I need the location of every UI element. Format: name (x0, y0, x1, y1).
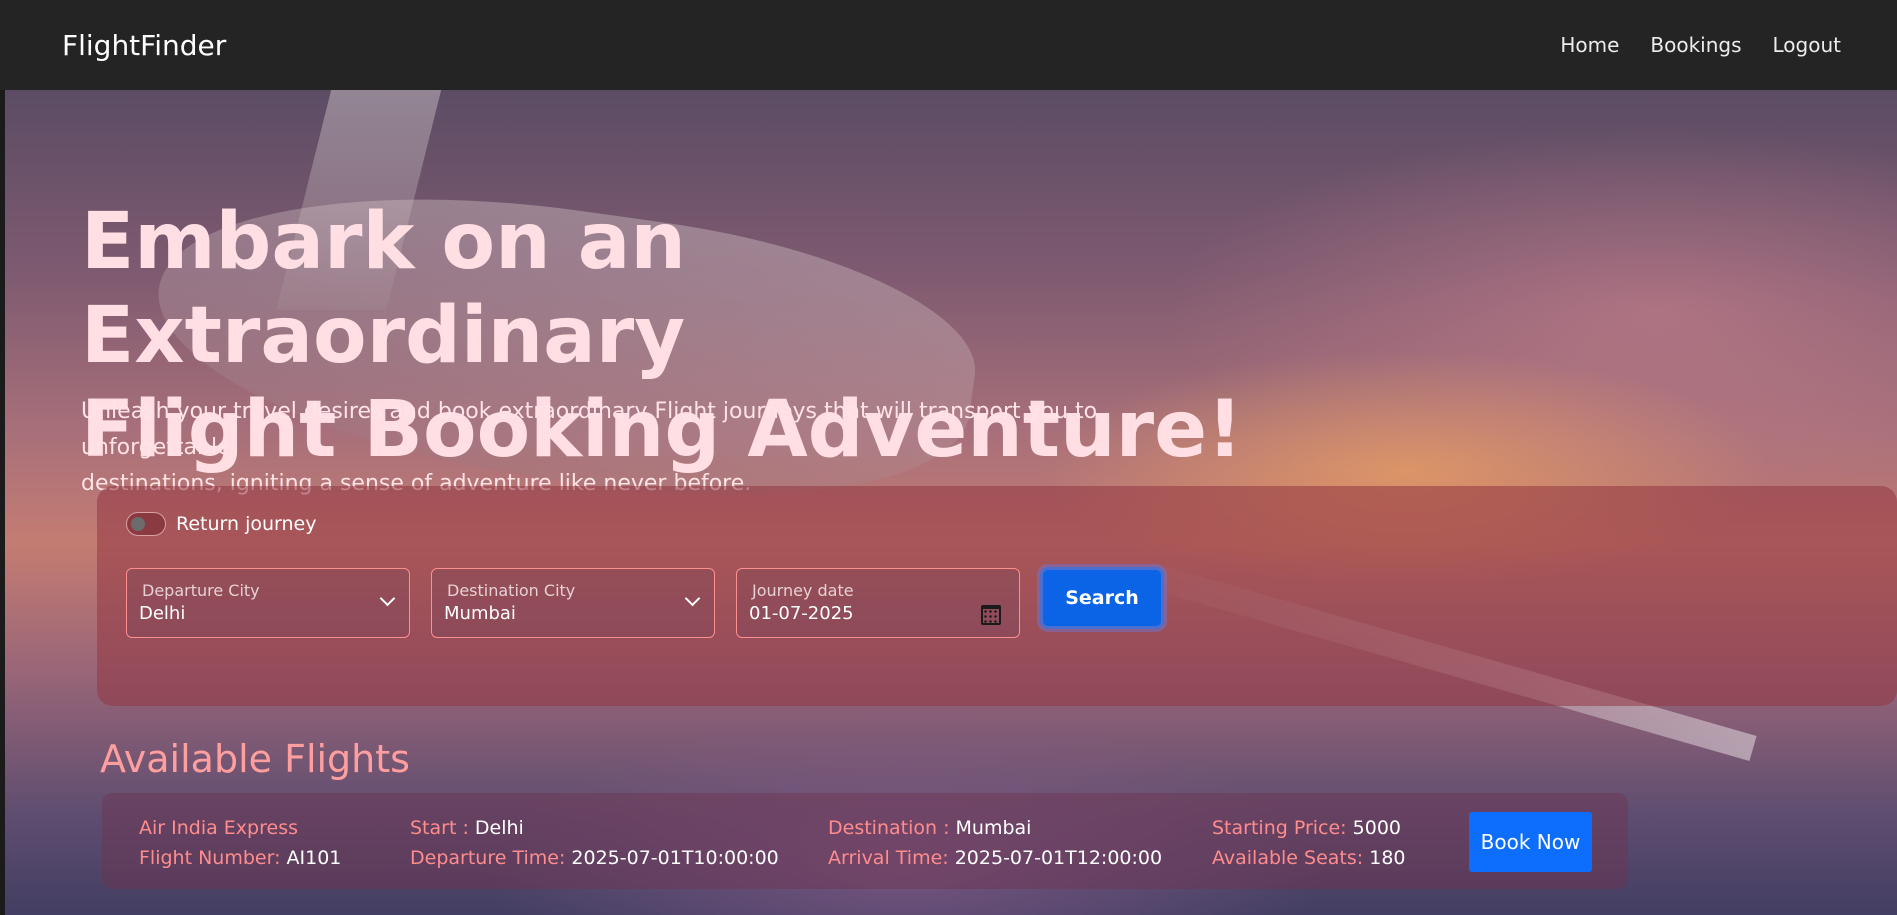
toggle-knob (131, 517, 145, 531)
search-button[interactable]: Search (1040, 567, 1164, 629)
starting-price-label: Starting Price: (1212, 817, 1347, 839)
available-seats-label: Available Seats: (1212, 847, 1364, 869)
destination-city-value: Mumbai (444, 603, 516, 624)
airline-name: Air India Express (139, 817, 298, 839)
departure-time-label: Departure Time: (410, 847, 566, 869)
flight-number-label: Flight Number: (139, 847, 281, 869)
destination-city-label: Destination City (447, 581, 576, 600)
nav-link-home[interactable]: Home (1560, 33, 1619, 57)
flight-destination-block: Destination : Mumbai Arrival Time: 2025-… (828, 813, 1162, 873)
departure-time-value: 2025-07-01T10:00:00 (571, 847, 779, 869)
nav-link-logout[interactable]: Logout (1773, 33, 1841, 57)
flight-airline-block: Air India Express Flight Number: AI101 (139, 813, 341, 873)
available-flights-title: Available Flights (100, 737, 410, 781)
chevron-down-icon (379, 590, 396, 607)
journey-date-value: 01-07-2025 (749, 603, 854, 624)
departure-city-select[interactable]: Departure City Delhi (126, 568, 410, 638)
nav-links: Home Bookings Logout (1560, 33, 1841, 57)
departure-city-label: Departure City (142, 581, 260, 600)
arrival-time-value: 2025-07-01T12:00:00 (954, 847, 1163, 869)
journey-date-label: Journey date (752, 581, 854, 600)
calendar-icon[interactable] (981, 605, 1001, 625)
flight-start-block: Start : Delhi Departure Time: 2025-07-01… (410, 813, 779, 873)
starting-price-value: 5000 (1352, 817, 1401, 839)
return-journey-toggle[interactable] (126, 512, 166, 536)
start-label: Start : (410, 817, 469, 839)
hero-headline-line-1: Embark on an Extraordinary (81, 197, 686, 381)
start-value: Delhi (474, 817, 524, 839)
book-now-button[interactable]: Book Now (1469, 812, 1592, 872)
destination-value: Mumbai (955, 817, 1032, 839)
destination-label: Destination : (828, 817, 950, 839)
brand-logo[interactable]: FlightFinder (62, 29, 226, 62)
departure-city-value: Delhi (139, 603, 186, 624)
chevron-down-icon (684, 590, 701, 607)
navbar: FlightFinder Home Bookings Logout (0, 0, 1897, 90)
destination-city-select[interactable]: Destination City Mumbai (431, 568, 715, 638)
journey-date-input[interactable]: Journey date 01-07-2025 (736, 568, 1020, 638)
nav-link-bookings[interactable]: Bookings (1650, 33, 1741, 57)
return-journey-toggle-row: Return journey (126, 512, 317, 536)
flight-number-value: AI101 (286, 847, 342, 869)
flight-price-block: Starting Price: 5000 Available Seats: 18… (1212, 813, 1406, 873)
available-seats-value: 180 (1369, 847, 1406, 869)
arrival-time-label: Arrival Time: (828, 847, 949, 869)
return-journey-label: Return journey (176, 513, 317, 535)
hero-subtitle-line-1: Unleash your travel desires and book ext… (81, 399, 1098, 460)
